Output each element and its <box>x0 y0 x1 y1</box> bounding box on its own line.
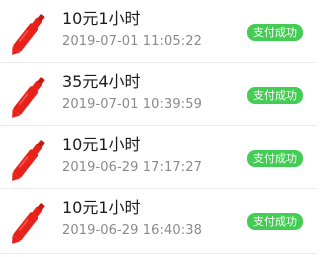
red-pen-icon <box>4 132 56 184</box>
status-badge: 支付成功 <box>247 24 303 41</box>
payment-record-item[interactable]: 35元4小时 2019-07-01 10:39:59 支付成功 <box>0 63 316 126</box>
record-time: 2019-07-01 11:05:22 <box>62 34 202 49</box>
red-pen-icon <box>4 69 56 121</box>
record-amount: 10元1小时 <box>62 198 141 217</box>
payment-record-item[interactable]: 10元1小时 2019-06-29 17:17:27 支付成功 <box>0 126 316 189</box>
status-badge: 支付成功 <box>247 150 303 167</box>
record-amount: 10元1小时 <box>62 9 141 28</box>
status-badge: 支付成功 <box>247 213 303 230</box>
payment-record-item[interactable]: 10元1小时 2019-07-01 11:05:22 支付成功 <box>0 0 316 63</box>
record-time: 2019-06-29 17:17:27 <box>62 160 202 175</box>
red-pen-icon <box>4 6 56 58</box>
status-badge: 支付成功 <box>247 87 303 104</box>
payment-record-item[interactable]: 10元1小时 2019-06-29 16:40:38 支付成功 <box>0 189 316 254</box>
record-amount: 35元4小时 <box>62 72 141 91</box>
record-amount: 10元1小时 <box>62 135 141 154</box>
red-pen-icon <box>4 195 56 247</box>
record-time: 2019-07-01 10:39:59 <box>62 97 202 112</box>
record-time: 2019-06-29 16:40:38 <box>62 223 202 238</box>
payment-record-list: 10元1小时 2019-07-01 11:05:22 支付成功 35元4小时 2… <box>0 0 316 254</box>
